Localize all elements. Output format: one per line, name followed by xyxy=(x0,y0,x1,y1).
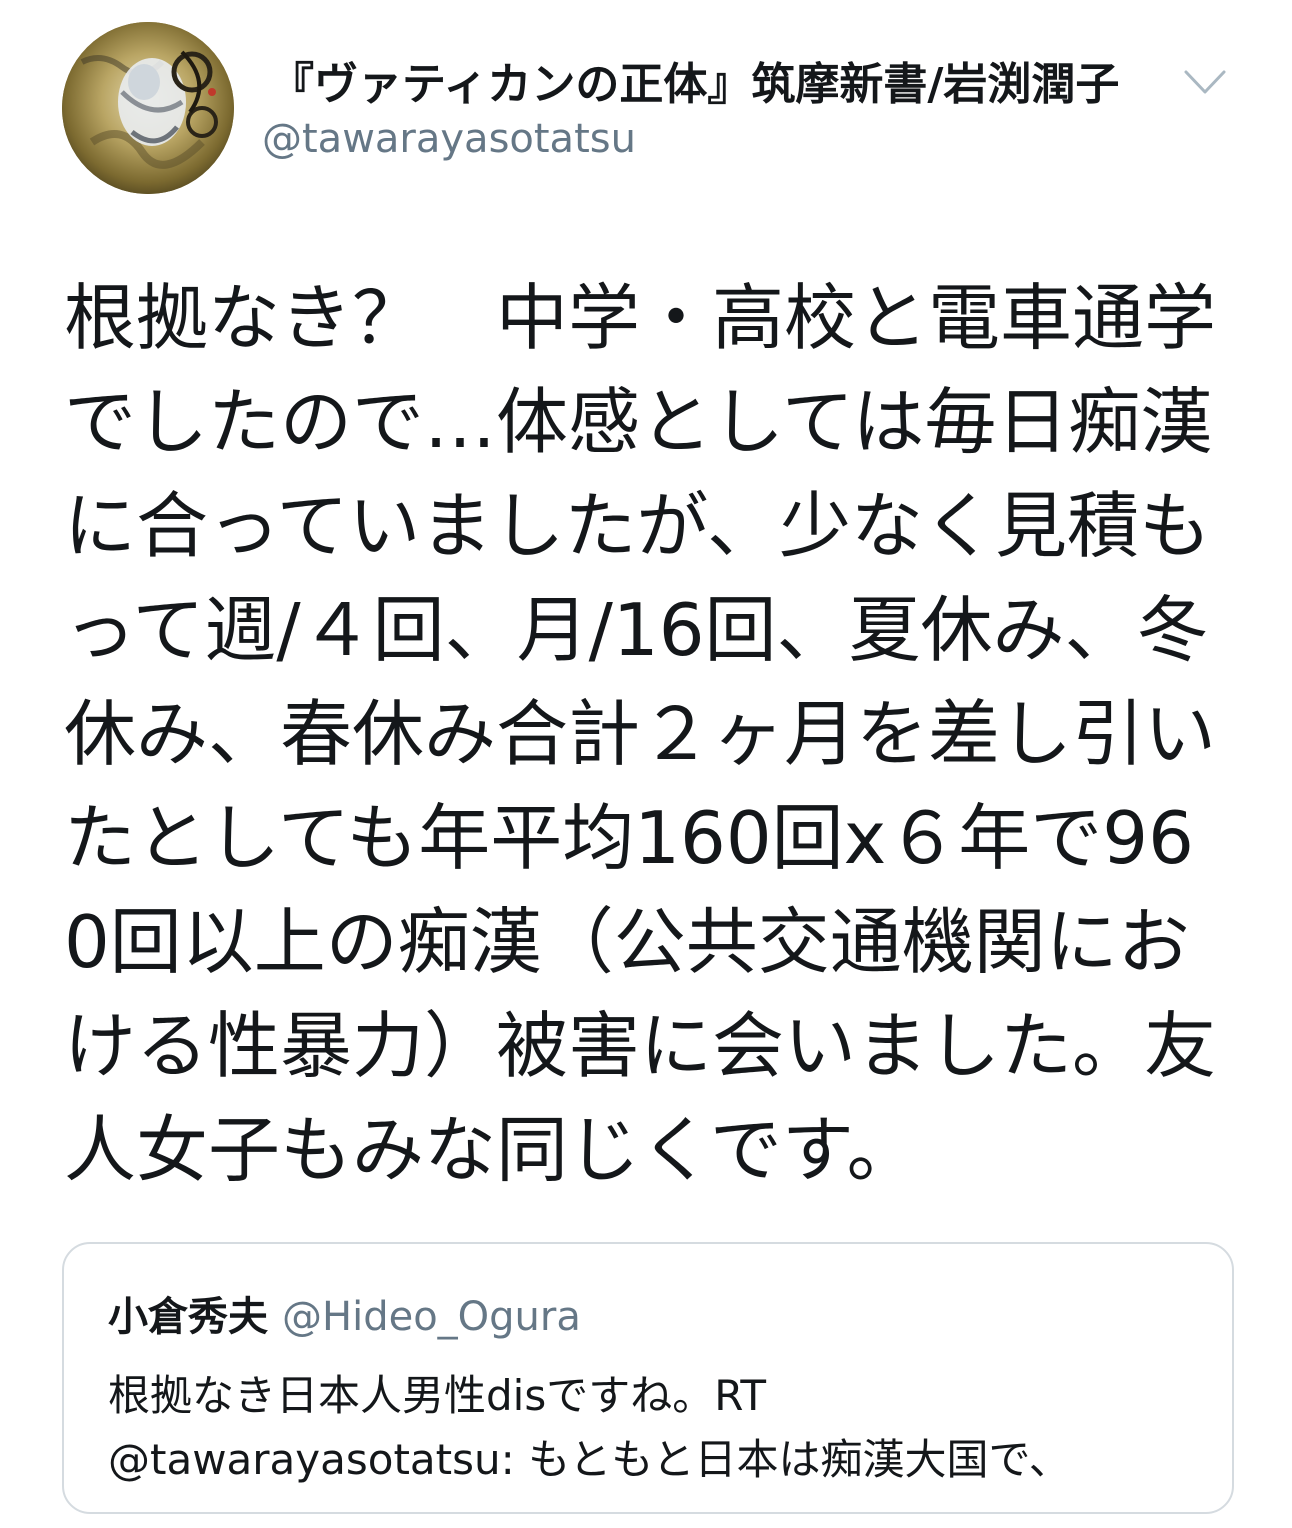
quoted-tweet-author: 小倉秀夫 @Hideo_Ogura xyxy=(108,1284,581,1342)
quoted-author-handle: @Hideo_Ogura xyxy=(282,1294,581,1340)
painting-avatar-icon[interactable] xyxy=(62,22,234,194)
quoted-tweet-card[interactable]: 小倉秀夫 @Hideo_Ogura 根拠なき日本人男性disですね。RT @taw… xyxy=(62,1242,1234,1514)
chevron-down-icon[interactable] xyxy=(1180,62,1230,102)
quoted-tweet-text: 根拠なき日本人男性disですね。RT @tawarayasotatsu: もとも… xyxy=(108,1364,1198,1492)
quoted-tweet-line-1: 根拠なき日本人男性disですね。RT xyxy=(108,1371,766,1420)
avatar-image xyxy=(62,22,234,194)
author-handle[interactable]: @tawarayasotatsu xyxy=(262,116,636,162)
quoted-tweet-line-2: @tawarayasotatsu: もともと日本は痴漢大国で、 xyxy=(108,1435,1071,1484)
tweet-header: 『ヴァティカンの正体』筑摩新書/岩渕潤子 @tawarayasotatsu xyxy=(0,0,1292,230)
author-display-name[interactable]: 『ヴァティカンの正体』筑摩新書/岩渕潤子 xyxy=(270,48,1119,112)
quoted-author-name: 小倉秀夫 xyxy=(108,1294,268,1340)
tweet-text: 根拠なき？ 中学・高校と電車通学でしたので…体感としては毎日痴漢に合っていました… xyxy=(64,276,1217,1192)
